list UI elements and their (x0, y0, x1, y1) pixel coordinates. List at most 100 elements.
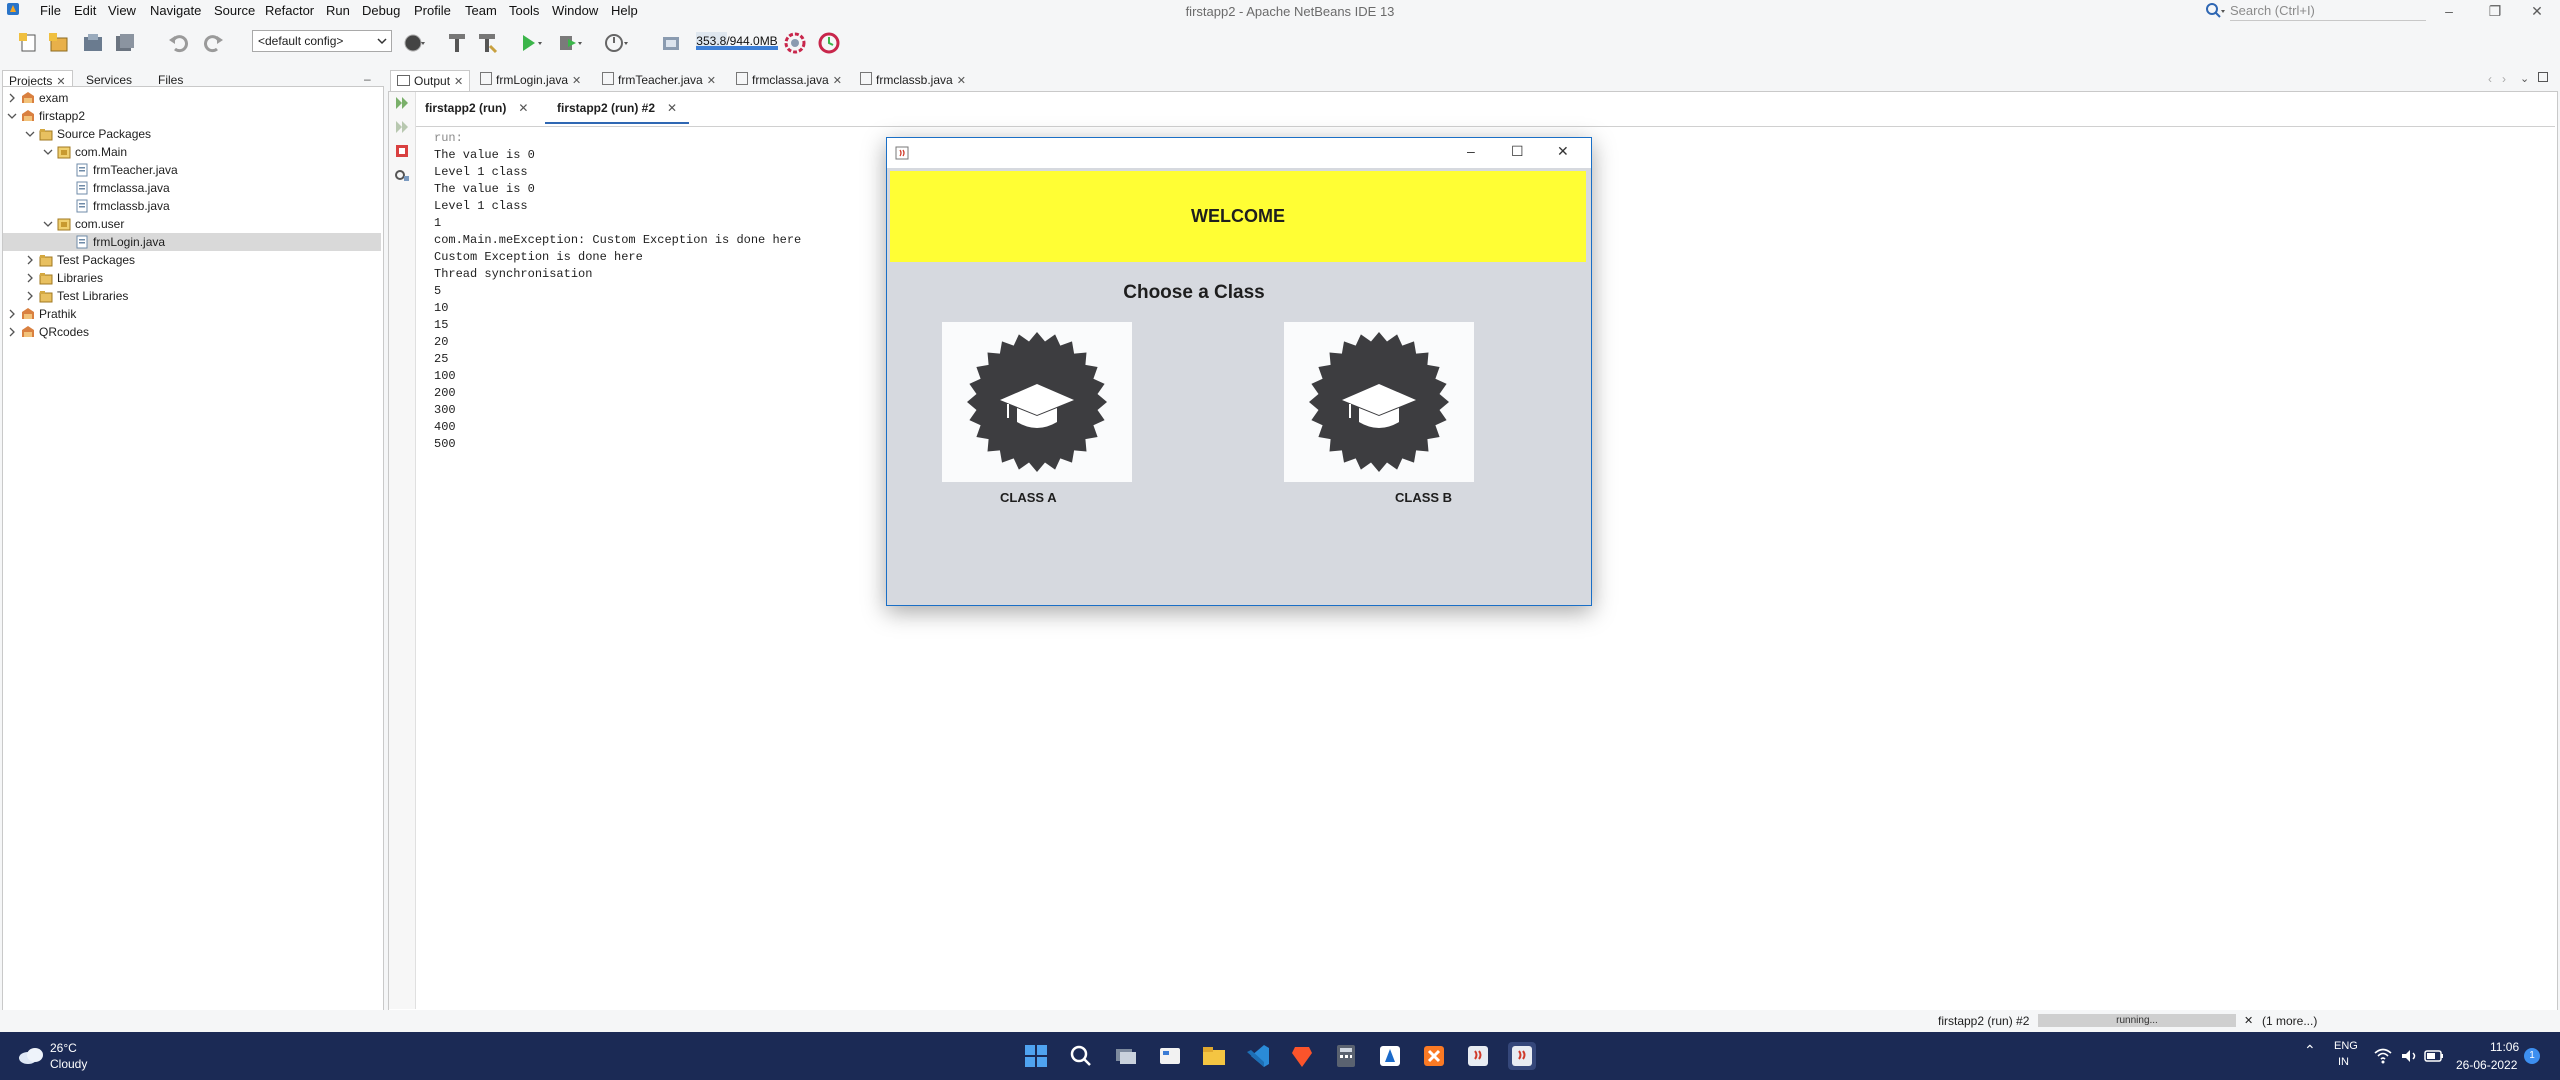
wifi-icon[interactable] (2374, 1048, 2392, 1064)
chevron-down-icon[interactable] (43, 147, 53, 157)
menu-view[interactable]: View (108, 3, 136, 18)
chevron-down-icon[interactable] (7, 111, 17, 121)
chevron-up-icon[interactable]: ⌃ (2304, 1042, 2316, 1059)
calculator-icon[interactable] (1332, 1042, 1360, 1070)
tree-item[interactable]: Test Libraries (3, 287, 381, 305)
search-icon[interactable] (1067, 1042, 1095, 1070)
dialog-titlebar[interactable]: – ☐ ✕ (887, 138, 1591, 168)
menu-navigate[interactable]: Navigate (150, 3, 201, 18)
output-tab-run-2[interactable]: firstapp2 (run) #2 ✕ (545, 96, 690, 124)
tree-item[interactable]: Test Packages (3, 251, 381, 269)
tab-frmteacher[interactable]: frmTeacher.java ✕ (596, 70, 722, 90)
more-tasks-link[interactable]: (1 more...) (2262, 1014, 2317, 1028)
open-project-icon[interactable] (80, 30, 106, 56)
chevron-right-icon[interactable] (25, 291, 35, 301)
menu-source[interactable]: Source (214, 3, 255, 18)
chevron-right-icon[interactable] (7, 327, 17, 337)
tree-item[interactable]: frmTeacher.java (3, 161, 381, 179)
tab-output[interactable]: Output ✕ (390, 70, 471, 91)
menu-window[interactable]: Window (552, 3, 598, 18)
file-explorer-icon[interactable] (1200, 1042, 1228, 1070)
menu-help[interactable]: Help (611, 3, 638, 18)
tab-frmclassa[interactable]: frmclassa.java ✕ (730, 70, 848, 90)
gc-icon[interactable] (782, 30, 808, 56)
scroll-tabs-right-icon[interactable]: › (2502, 72, 2506, 86)
output-console[interactable]: run: The value is 0 Level 1 class The value… (434, 130, 801, 453)
xampp-icon[interactable] (1420, 1042, 1448, 1070)
output-tab-run[interactable]: firstapp2 (run) ✕ (425, 101, 528, 115)
tree-item[interactable]: Libraries (3, 269, 381, 287)
chevron-right-icon[interactable] (25, 255, 35, 265)
menu-tools[interactable]: Tools (509, 3, 539, 18)
new-file-icon[interactable] (16, 30, 42, 56)
settings-icon[interactable] (394, 167, 410, 183)
maximize-panel-icon[interactable] (2538, 72, 2548, 82)
clock-date[interactable]: 26-06-2022 (2456, 1058, 2517, 1072)
menu-file[interactable]: File (40, 3, 61, 18)
dialog-minimize-button[interactable]: – (1467, 143, 1475, 159)
profile-icon[interactable] (602, 30, 628, 56)
tree-item[interactable]: QRcodes (3, 323, 381, 341)
menu-refactor[interactable]: Refactor (265, 3, 314, 18)
vscode-icon[interactable] (1244, 1042, 1272, 1070)
menu-edit[interactable]: Edit (74, 3, 96, 18)
tab-frmclassb[interactable]: frmclassb.java ✕ (854, 70, 972, 90)
chevron-right-icon[interactable] (7, 309, 17, 319)
windows-start-icon[interactable] (1022, 1042, 1050, 1070)
run-icon[interactable] (516, 30, 542, 56)
notification-badge[interactable]: 1 (2524, 1048, 2540, 1064)
class-b-button[interactable] (1284, 322, 1474, 482)
java-app-icon[interactable] (1464, 1042, 1492, 1070)
redo-icon[interactable] (200, 30, 226, 56)
tree-item[interactable]: exam (3, 89, 381, 107)
tree-item[interactable]: Source Packages (3, 125, 381, 143)
rerun-icon[interactable] (394, 95, 410, 111)
task-view-icon[interactable] (1112, 1042, 1140, 1070)
clean-build-icon[interactable] (474, 30, 500, 56)
new-project-icon[interactable] (46, 30, 72, 56)
widgets-icon[interactable] (1156, 1042, 1184, 1070)
tree-item[interactable]: frmclassb.java (3, 197, 381, 215)
tab-list-icon[interactable]: ⌄ (2520, 72, 2529, 85)
chevron-right-icon[interactable] (25, 273, 35, 283)
close-icon[interactable]: ✕ (518, 101, 528, 115)
tree-item[interactable]: frmclassa.java (3, 179, 381, 197)
clock-time[interactable]: 11:06 (2490, 1040, 2519, 1054)
minimize-window-button[interactable]: – (2426, 0, 2472, 22)
battery-icon[interactable] (2424, 1049, 2444, 1063)
chevron-down-icon[interactable] (43, 219, 53, 229)
build-icon[interactable] (444, 30, 470, 56)
scroll-tabs-left-icon[interactable]: ‹ (2488, 72, 2492, 86)
memory-usage-indicator[interactable]: 353.8/944.0MB (696, 32, 778, 50)
brave-browser-icon[interactable] (1288, 1042, 1316, 1070)
minimize-panel-icon[interactable]: – (364, 72, 376, 86)
tree-item[interactable]: firstapp2 (3, 107, 381, 125)
memory-icon[interactable] (658, 30, 684, 56)
stop-icon[interactable] (394, 143, 410, 159)
menu-run[interactable]: Run (326, 3, 350, 18)
dialog-maximize-button[interactable]: ☐ (1511, 143, 1524, 160)
debug-icon[interactable] (556, 30, 582, 56)
close-icon[interactable]: ✕ (667, 101, 677, 115)
tab-frmlogin[interactable]: frmLogin.java ✕ (474, 70, 587, 90)
profile-snapshot-icon[interactable] (816, 30, 842, 56)
netbeans-taskbar-icon[interactable] (1376, 1042, 1404, 1070)
tree-item[interactable]: Prathik (3, 305, 381, 323)
close-icon[interactable]: ✕ (707, 75, 716, 87)
dialog-close-button[interactable]: ✕ (1557, 143, 1569, 160)
class-a-button[interactable] (942, 322, 1132, 482)
close-icon[interactable]: ✕ (572, 75, 581, 87)
chevron-right-icon[interactable] (7, 93, 17, 103)
lang-primary[interactable]: ENG (2334, 1040, 2358, 1052)
rerun-with-params-icon[interactable] (394, 119, 410, 135)
maximize-window-button[interactable]: ❐ (2472, 0, 2518, 22)
menu-debug[interactable]: Debug (362, 3, 400, 18)
config-select[interactable]: <default config> (252, 30, 392, 52)
tree-item[interactable]: com.user (3, 215, 381, 233)
globe-icon[interactable] (400, 30, 426, 56)
close-icon[interactable]: ✕ (454, 76, 463, 88)
chevron-down-icon[interactable] (25, 129, 35, 139)
java-app-icon[interactable] (1508, 1042, 1536, 1070)
close-window-button[interactable]: ✕ (2514, 0, 2560, 22)
close-icon[interactable]: ✕ (833, 75, 842, 87)
